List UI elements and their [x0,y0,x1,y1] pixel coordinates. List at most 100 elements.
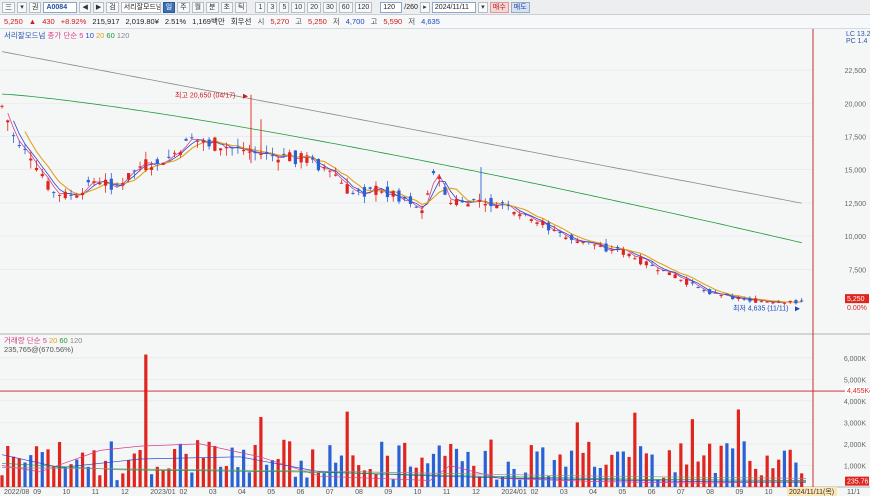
interval-button[interactable]: 120 [354,1,373,13]
volume-bar [109,441,113,487]
x-axis-label: 09 [735,489,743,496]
calendar-icon[interactable]: ▾ [477,1,488,13]
x-axis-label: 04 [589,489,597,496]
buy-button[interactable]: 매수 [489,1,509,13]
volume-tick-label: 1,000K [844,463,867,470]
volume-bar [351,455,355,487]
candle-body [178,152,182,155]
volume-bar [144,354,148,487]
volume-bar [172,449,177,487]
interval-button[interactable]: 10 [291,1,306,13]
rights-button[interactable]: 권 [29,1,42,13]
date-input[interactable]: 2024/11/11 [431,1,476,13]
volume-bar [466,451,470,487]
volume-bar [196,440,200,487]
interval-button[interactable]: 30 [323,1,337,13]
candle-body [115,184,119,186]
period-second-button[interactable]: 초 [220,1,233,13]
period-day-button[interactable]: 일 [162,1,176,13]
candle-body [414,206,418,208]
volume-bar [558,454,562,487]
period-month-button[interactable]: 월 [191,1,205,13]
next-stock-button[interactable]: ▶ [92,1,105,13]
dropdown-button[interactable]: ▾ [17,1,27,13]
volume-bar [587,441,591,487]
interval-button[interactable]: 1 [255,1,266,13]
candle-body [149,167,154,170]
legend-vma60: 60 [59,336,68,345]
volume-bar [242,449,246,487]
volume-tick-label: 5,000K [844,377,867,384]
period-week-button[interactable]: 주 [177,1,190,13]
volume-bar [420,457,424,487]
stock-name-field[interactable]: 서리잘모드넘 [120,1,161,13]
current-price-tag: 5,250 [847,296,865,303]
volume-bar [788,449,792,487]
candle-body [403,197,407,199]
candle-body [6,120,10,123]
volume-bar [34,446,39,487]
candle-body [782,302,787,304]
interval-button[interactable]: 5 [279,1,290,13]
volume-bar [357,465,361,487]
candle-body [483,203,487,206]
interval-button[interactable]: 60 [338,1,353,13]
legend-ma-label: 종가 단순 [47,31,78,40]
quote-info-bar: 5,250 ▲ 430 +8.92% 215,917 2,019.80¥ 2.5… [0,15,870,29]
interval-button[interactable]: 20 [307,1,321,13]
volume-bar [483,450,487,487]
candle-body [541,221,545,226]
volume-bar [374,474,378,487]
volume-bar [385,455,390,487]
candle-body [506,205,510,207]
volume-bar [731,448,735,487]
interval-button[interactable]: 3 [267,1,278,13]
period-tick-button[interactable]: 틱 [234,1,248,13]
candle-body [713,292,717,294]
x-axis-label: 07 [326,489,334,496]
cursor-date-label: 2024/11/11(목) [789,488,834,496]
candle-body [426,193,430,195]
volume-bar [265,464,269,487]
x-axis-label: 06 [297,489,305,496]
volume-bar [518,479,522,487]
volume-bar [288,441,292,487]
volume-bar [725,443,729,487]
candle-body [219,148,223,151]
candle-body [788,300,792,303]
stock-chart[interactable]: 22,500 20,000 17,500 15,000 12,500 10,000 7,50… [0,29,870,496]
candle-body [121,183,125,185]
prev-stock-button[interactable]: ◀ [79,1,91,13]
period-minute-button[interactable]: 분 [206,1,219,13]
price-legend: 서리잘모드넘 종가 단순 5 10 20 60 120 [4,30,129,41]
range-count-input[interactable]: 120 [380,1,403,13]
price-change-percent: +8.92% [60,17,87,26]
volume-bar [0,475,4,487]
sell-button[interactable]: 매도 [510,1,530,13]
price-tick-label: 10,000 [845,234,867,241]
candle-body [391,191,395,197]
candle-body [443,186,447,195]
candle-body [408,196,413,204]
period-high-label: 고 [370,17,378,26]
candle-body [466,204,470,207]
volume-bar [270,460,274,487]
x-axis-label: 12 [121,489,129,496]
volume-bar [69,464,73,487]
legend-ma10: 10 [85,31,94,40]
candle-body [196,140,200,142]
range-step-button[interactable]: ▸ [419,1,430,13]
menu-button[interactable]: 三 [2,1,15,13]
candle-body [282,153,286,155]
candle-body [270,155,274,157]
volume-bar [155,466,159,487]
stock-code-input[interactable]: A0084 [43,1,78,13]
candle-body [207,139,211,147]
candle-body [0,105,4,107]
volume-bar [322,473,326,487]
search-button[interactable]: 검 [106,1,119,13]
candle-body [437,176,441,180]
volume-bar [708,443,712,487]
volume-bar [604,464,608,487]
top-tag: LC 13.2 [846,31,870,38]
